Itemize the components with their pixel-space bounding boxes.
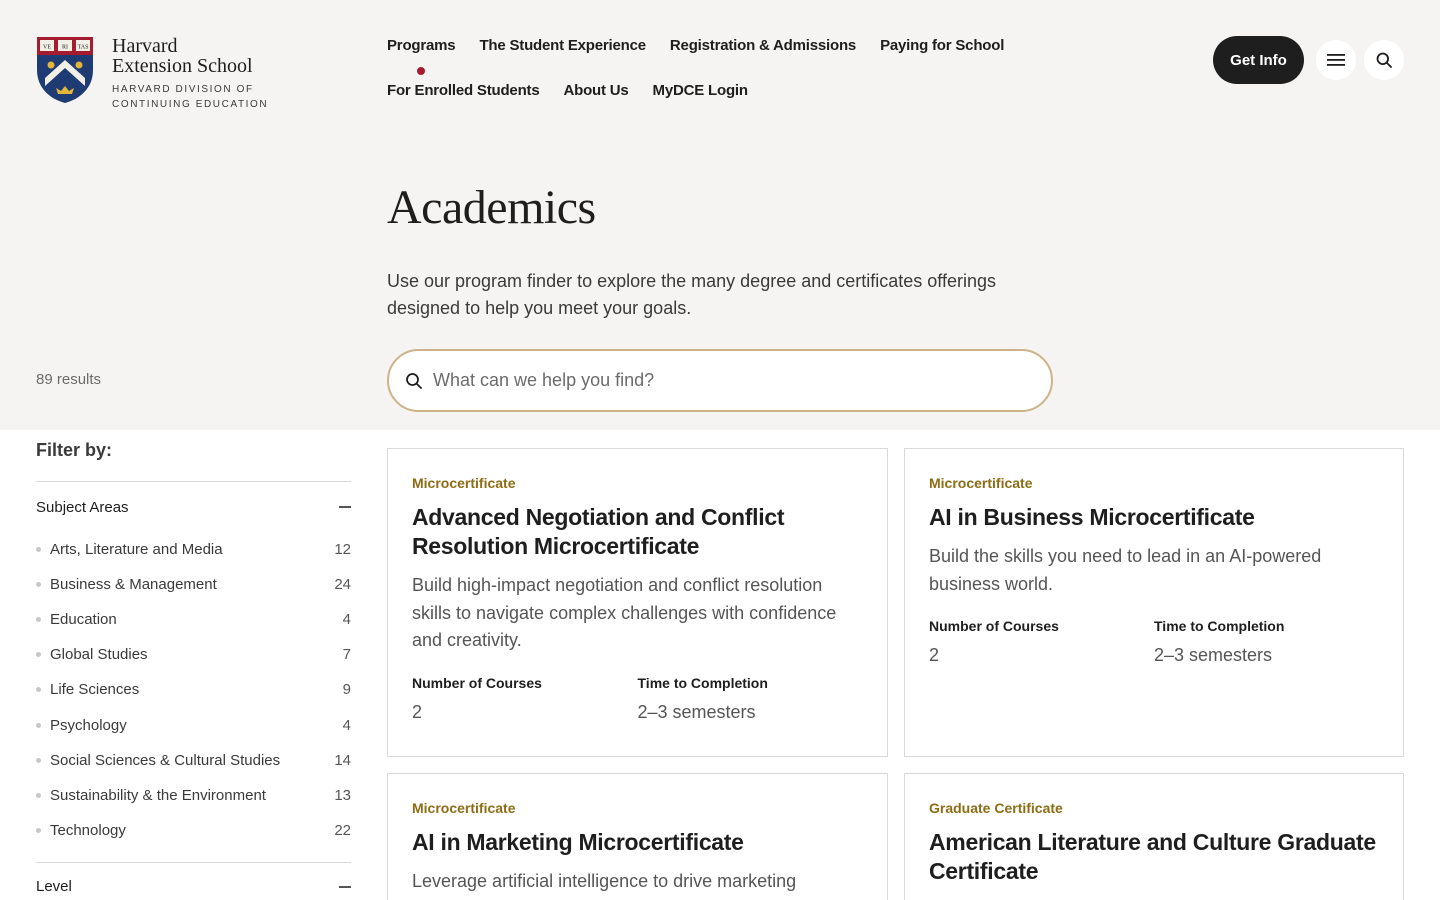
bullet-icon <box>36 617 41 623</box>
completion-value: 2–3 semesters <box>1154 645 1273 665</box>
motto-text-2: RI <box>62 45 68 51</box>
program-type: Microcertificate <box>412 475 516 491</box>
bullet-icon <box>36 722 41 728</box>
facet-item-global-studies[interactable]: Global Studies 7 <box>36 637 351 672</box>
facet-label: Global Studies <box>50 646 148 664</box>
bullet-icon <box>36 652 41 658</box>
search-icon <box>406 372 422 389</box>
facet-item-arts[interactable]: Arts, Literature and Media 12 <box>36 532 351 567</box>
program-type: Microcertificate <box>412 800 516 816</box>
menu-button[interactable] <box>1316 40 1356 80</box>
facet-label: Life Sciences <box>50 681 140 699</box>
bullet-icon <box>36 792 41 798</box>
facet-item-technology[interactable]: Technology 22 <box>36 813 351 848</box>
facet-count: 12 <box>334 541 351 559</box>
facet-label: Education <box>50 611 117 629</box>
collapse-icon <box>339 506 351 508</box>
search-input[interactable] <box>433 370 993 391</box>
subject-facet-list: Arts, Literature and Media 12 Business &… <box>36 532 351 848</box>
facet-item-life-sciences[interactable]: Life Sciences 9 <box>36 672 351 707</box>
filter-heading: Filter by: <box>36 440 113 460</box>
bullet-icon <box>36 757 41 763</box>
main-nav: Programs The Student Experience Registra… <box>387 37 1027 102</box>
hero-section: VE RI TAS Harvard Extension School HARVA… <box>0 0 1440 430</box>
program-search-field[interactable] <box>387 349 1053 412</box>
nav-about-us[interactable]: About Us <box>563 82 628 102</box>
facet-count: 13 <box>334 786 351 804</box>
program-title[interactable]: AI in Business Microcertificate <box>929 503 1379 532</box>
collapse-icon <box>339 886 351 888</box>
facet-count: 9 <box>342 681 351 699</box>
site-logo[interactable]: VE RI TAS Harvard Extension School HARVA… <box>36 36 268 112</box>
courses-label: Number of Courses <box>929 618 1059 634</box>
program-title[interactable]: American Literature and Culture Graduate… <box>929 828 1379 886</box>
nav-programs[interactable]: Programs <box>387 37 456 57</box>
brand-name-line1: Harvard <box>112 35 178 57</box>
brand-sub-line1: HARVARD DIVISION OF <box>112 84 254 95</box>
facet-count: 24 <box>334 576 351 594</box>
brand-name-line2: Extension School <box>112 55 253 77</box>
program-card[interactable]: Graduate Certificate American Literature… <box>904 773 1404 900</box>
search-icon <box>1376 52 1392 68</box>
nav-paying-for-school[interactable]: Paying for School <box>880 37 1004 57</box>
program-description: Leverage artificial intelligence to driv… <box>412 871 797 891</box>
header-search-button[interactable] <box>1364 40 1404 80</box>
subject-areas-toggle[interactable]: Subject Areas <box>36 482 351 532</box>
facet-count: 4 <box>342 716 351 734</box>
program-description: Build high-impact negotiation and confli… <box>412 575 837 650</box>
nav-student-experience[interactable]: The Student Experience <box>479 37 646 57</box>
brand-sub-line2: CONTINUING EDUCATION <box>112 99 269 110</box>
hamburger-icon <box>1327 54 1345 66</box>
facet-item-sustainability[interactable]: Sustainability & the Environment 13 <box>36 778 351 813</box>
page-title: Academics <box>387 181 596 234</box>
nav-registration-admissions[interactable]: Registration & Admissions <box>670 37 856 57</box>
intro-text: Use our program finder to explore the ma… <box>387 271 996 318</box>
facet-count: 4 <box>342 611 351 629</box>
facet-label: Technology <box>50 821 126 839</box>
program-card[interactable]: Microcertificate AI in Marketing Microce… <box>387 773 888 900</box>
program-title[interactable]: AI in Marketing Microcertificate <box>412 828 863 857</box>
facet-count: 7 <box>342 646 351 664</box>
facet-label: Business & Management <box>50 576 217 594</box>
subject-areas-heading: Subject Areas <box>36 498 129 516</box>
completion-value: 2–3 semesters <box>637 701 756 722</box>
nav-mydce-login[interactable]: MyDCE Login <box>653 82 748 102</box>
facet-item-psychology[interactable]: Psychology 4 <box>36 707 351 742</box>
facet-count: 22 <box>334 821 351 839</box>
motto-text-1: VE <box>43 45 51 51</box>
bullet-icon <box>36 687 41 693</box>
facet-label: Sustainability & the Environment <box>50 786 266 804</box>
level-heading: Level <box>36 878 72 896</box>
active-nav-indicator <box>417 67 425 75</box>
program-type: Microcertificate <box>929 475 1033 491</box>
bullet-icon <box>36 547 41 553</box>
courses-label: Number of Courses <box>412 674 542 691</box>
facet-item-business[interactable]: Business & Management 24 <box>36 567 351 602</box>
courses-value: 2 <box>929 645 940 665</box>
program-card[interactable]: Microcertificate Advanced Negotiation an… <box>387 448 888 757</box>
facet-item-social-sciences[interactable]: Social Sciences & Cultural Studies 14 <box>36 743 351 778</box>
results-count: 89 results <box>36 371 102 388</box>
program-title[interactable]: Advanced Negotiation and Conflict Resolu… <box>412 503 863 561</box>
program-description: Build the skills you need to lead in an … <box>929 546 1322 594</box>
program-card[interactable]: Microcertificate AI in Business Microcer… <box>904 448 1404 757</box>
bullet-icon <box>36 582 41 588</box>
facet-item-education[interactable]: Education 4 <box>36 602 351 637</box>
completion-label: Time to Completion <box>1154 618 1285 634</box>
facet-label: Arts, Literature and Media <box>50 541 223 559</box>
facet-count: 14 <box>334 751 351 769</box>
bullet-icon <box>36 827 41 833</box>
level-toggle[interactable]: Level <box>36 863 351 900</box>
harvard-shield-icon: VE RI TAS <box>37 37 93 103</box>
get-info-button[interactable]: Get Info <box>1213 36 1304 84</box>
motto-text-3: TAS <box>78 45 89 51</box>
completion-label: Time to Completion <box>637 674 768 691</box>
facet-label: Social Sciences & Cultural Studies <box>50 751 281 769</box>
courses-value: 2 <box>412 701 423 722</box>
facet-label: Psychology <box>50 716 127 734</box>
filter-sidebar: Filter by: Subject Areas Arts, Literatur… <box>36 440 351 900</box>
nav-enrolled-students[interactable]: For Enrolled Students <box>387 82 540 102</box>
program-type: Graduate Certificate <box>929 800 1063 816</box>
